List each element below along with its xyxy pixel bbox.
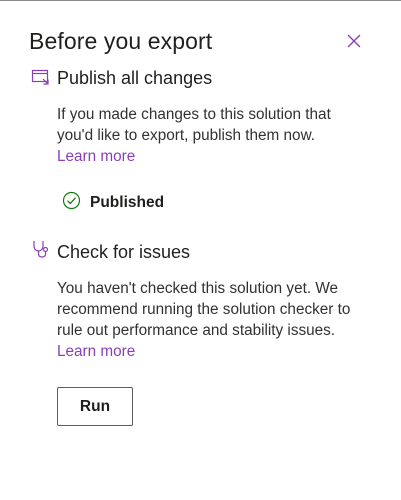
check-section-title: Check for issues (57, 242, 191, 262)
run-button[interactable]: Run (57, 387, 133, 426)
check-description-block: You haven't checked this solution yet. W… (57, 278, 367, 362)
check-learn-more-link[interactable]: Learn more (57, 343, 135, 360)
publish-description: If you made changes to this solution tha… (57, 106, 331, 144)
panel-title: Before you export (29, 28, 213, 54)
check-description: You haven't checked this solution yet. W… (57, 280, 351, 339)
stethoscope-icon (31, 239, 51, 259)
publish-icon (31, 68, 51, 88)
close-icon[interactable] (344, 31, 364, 51)
check-circle-icon (62, 191, 81, 215)
publish-status-text: Published (90, 194, 165, 211)
publish-learn-more-link[interactable]: Learn more (57, 148, 135, 165)
export-panel: Before you export Publish all changes If… (0, 0, 401, 500)
publish-description-block: If you made changes to this solution tha… (57, 104, 367, 167)
publish-section-title: Publish all changes (57, 68, 213, 88)
publish-status: Published (62, 191, 165, 215)
